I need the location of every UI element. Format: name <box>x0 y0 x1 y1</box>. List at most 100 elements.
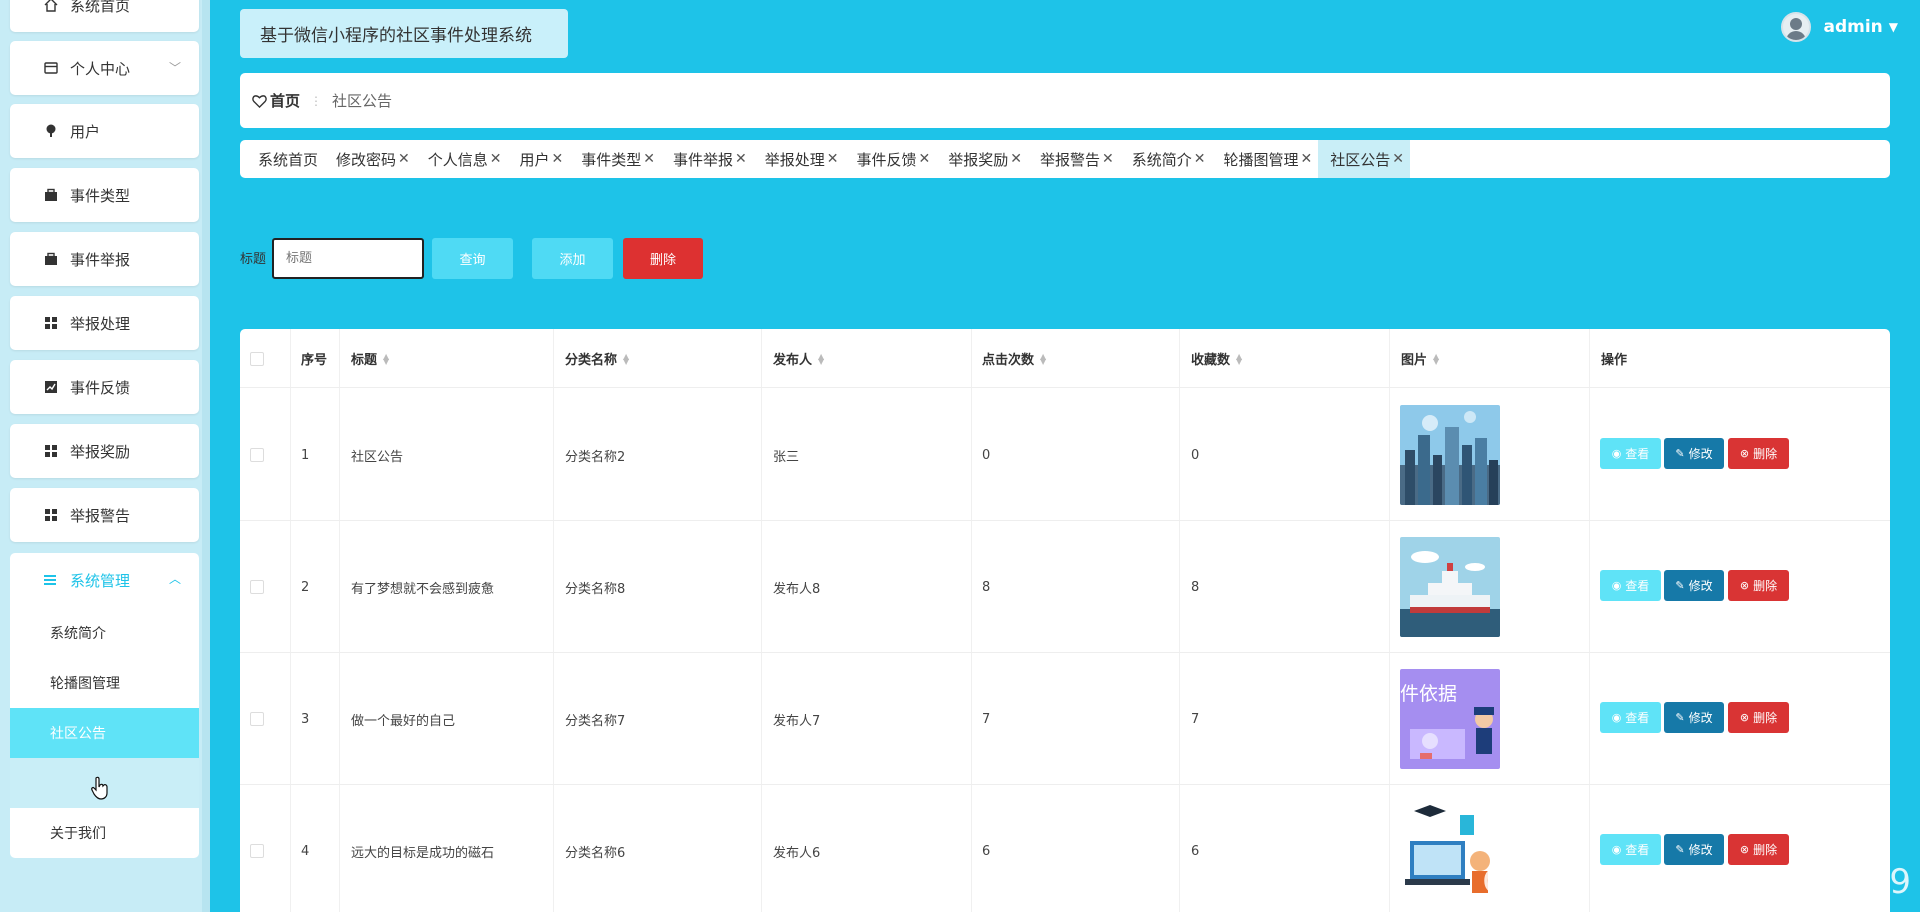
tag-label: 系统首页 <box>258 150 319 169</box>
cell-title: 社区公告 <box>351 449 404 465</box>
delete-button[interactable]: ⊗ 删除 <box>1728 570 1789 601</box>
view-button[interactable]: ◉ 查看 <box>1600 438 1661 469</box>
cell-favorites: 8 <box>1191 579 1200 595</box>
tag-label: 举报警告 <box>1040 150 1101 169</box>
header-category[interactable]: 分类名称 ▲ ▼ <box>565 329 629 388</box>
thumbnail-ship-image[interactable] <box>1400 537 1500 637</box>
sidebar-item-event-type[interactable]: 事件类型 <box>10 168 199 222</box>
sidebar-item-event-report[interactable]: 事件举报 <box>10 232 199 286</box>
tag-change-password[interactable]: 修改密码 ✕ <box>324 140 416 178</box>
close-icon[interactable]: ✕ <box>827 151 839 167</box>
close-icon[interactable]: ✕ <box>490 151 502 167</box>
sidebar-subitem-hovered[interactable] <box>10 758 199 808</box>
pencil-icon: ✎ <box>1675 579 1685 592</box>
edit-button[interactable]: ✎ 修改 <box>1664 834 1724 865</box>
sidebar-item-report-handling[interactable]: 举报处理 <box>10 296 199 350</box>
header-title[interactable]: 标题 ▲ ▼ <box>351 329 389 388</box>
batch-delete-button[interactable]: 删除 <box>623 238 703 279</box>
search-title-input[interactable] <box>272 238 424 279</box>
cell-title: 远大的目标是成功的磁石 <box>351 845 495 861</box>
tag-personal-info[interactable]: 个人信息 ✕ <box>416 140 508 178</box>
close-icon[interactable]: ✕ <box>1194 151 1206 167</box>
breadcrumb-home[interactable]: 首页 <box>252 90 300 111</box>
close-icon[interactable]: ✕ <box>1010 151 1022 167</box>
row-checkbox[interactable] <box>250 653 264 785</box>
row-checkbox[interactable] <box>250 521 264 653</box>
checkbox-box <box>250 580 264 594</box>
cell-clicks: 6 <box>982 843 991 859</box>
sort-icon[interactable]: ▲ ▼ <box>383 352 389 365</box>
header-clicks[interactable]: 点击次数 ▲ ▼ <box>982 329 1046 388</box>
user-menu[interactable]: admin ▼ <box>1781 12 1898 42</box>
sort-icon[interactable]: ▲ ▼ <box>623 352 629 365</box>
sidebar-subitem-community-notice[interactable]: 社区公告 <box>10 708 199 758</box>
table-header: 序号 标题 ▲ ▼ 分类名称 ▲ ▼ 发布人 ▲ ▼ 点击次数 ▲ ▼ 收藏数 ▲ ▼ 图片 ▲ ▼ 操… <box>240 329 1890 388</box>
thumbnail-city-image[interactable] <box>1400 405 1500 505</box>
view-button[interactable]: ◉ 查看 <box>1600 834 1661 865</box>
select-all-checkbox[interactable] <box>250 329 264 388</box>
close-circle-icon: ⊗ <box>1739 843 1750 856</box>
header-favorites[interactable]: 收藏数 ▲ ▼ <box>1191 329 1242 388</box>
sort-icon[interactable]: ▲ ▼ <box>1236 352 1242 365</box>
cell-category: 分类名称2 <box>565 449 626 465</box>
cell-index: 4 <box>301 843 310 859</box>
header-label: 操作 <box>1601 353 1628 368</box>
sidebar-item-report-warning[interactable]: 举报警告 <box>10 488 199 542</box>
delete-button[interactable]: ⊗ 删除 <box>1728 438 1789 469</box>
sort-icon[interactable]: ▲ ▼ <box>818 352 824 365</box>
edit-button[interactable]: ✎ 修改 <box>1664 570 1724 601</box>
tag-report-reward[interactable]: 举报奖励 ✕ <box>936 140 1028 178</box>
view-button[interactable]: ◉ 查看 <box>1600 702 1661 733</box>
sidebar-item-personal-center[interactable]: 个人中心 ﹀ <box>10 41 199 95</box>
close-icon[interactable]: ✕ <box>1392 151 1404 167</box>
add-button[interactable]: 添加 <box>532 238 613 279</box>
sort-icon[interactable]: ▲ ▼ <box>1433 352 1439 365</box>
delete-button[interactable]: ⊗ 删除 <box>1728 702 1789 733</box>
sort-icon[interactable]: ▲ ▼ <box>1040 352 1046 365</box>
tag-carousel[interactable]: 轮播图管理 ✕ <box>1212 140 1319 178</box>
thumbnail-police-image[interactable]: 件依据 <box>1400 669 1500 769</box>
edit-button[interactable]: ✎ 修改 <box>1664 438 1724 469</box>
sidebar-scrollbar[interactable] <box>202 0 210 912</box>
delete-label: 删除 <box>1753 579 1778 593</box>
hand-cursor-icon <box>90 776 110 804</box>
tag-report-handling[interactable]: 举报处理 ✕ <box>753 140 845 178</box>
tag-community-notice[interactable]: 社区公告 ✕ <box>1318 140 1411 178</box>
close-icon[interactable]: ✕ <box>1301 151 1313 167</box>
close-icon[interactable]: ✕ <box>398 151 410 167</box>
row-checkbox[interactable] <box>250 389 264 521</box>
sidebar-subitem-carousel[interactable]: 轮播图管理 <box>10 658 199 708</box>
tag-system-home[interactable]: 系统首页 <box>246 140 324 178</box>
search-title-label: 标题 <box>240 252 267 267</box>
sidebar-item-report-reward[interactable]: 举报奖励 <box>10 424 199 478</box>
close-icon[interactable]: ✕ <box>643 151 655 167</box>
query-button[interactable]: 查询 <box>432 238 513 279</box>
header-image[interactable]: 图片 ▲ ▼ <box>1401 329 1439 388</box>
close-icon[interactable]: ✕ <box>735 151 747 167</box>
tag-report-warning[interactable]: 举报警告 ✕ <box>1028 140 1120 178</box>
close-icon[interactable]: ✕ <box>919 151 931 167</box>
tag-event-report[interactable]: 事件举报 ✕ <box>661 140 753 178</box>
close-icon[interactable]: ✕ <box>1102 151 1114 167</box>
cell-index: 1 <box>301 447 310 463</box>
tag-label: 轮播图管理 <box>1223 150 1299 169</box>
edit-button[interactable]: ✎ 修改 <box>1664 702 1724 733</box>
tag-event-type[interactable]: 事件类型 ✕ <box>569 140 661 178</box>
tag-label: 事件反馈 <box>856 150 917 169</box>
close-icon[interactable]: ✕ <box>552 151 564 167</box>
tag-system-intro[interactable]: 系统简介 ✕ <box>1120 140 1212 178</box>
view-button[interactable]: ◉ 查看 <box>1600 570 1661 601</box>
sidebar-item-home[interactable]: 系统首页 <box>10 0 199 32</box>
tag-event-feedback[interactable]: 事件反馈 ✕ <box>845 140 937 178</box>
sidebar-item-user[interactable]: 用户 <box>10 104 199 158</box>
thumbnail-text: 件依据 <box>1400 683 1458 705</box>
sidebar-item-label: 事件举报 <box>70 250 131 269</box>
header-publisher[interactable]: 发布人 ▲ ▼ <box>773 329 824 388</box>
row-checkbox[interactable] <box>250 785 264 912</box>
delete-button[interactable]: ⊗ 删除 <box>1728 834 1789 865</box>
sidebar-subitem-about-us[interactable]: 关于我们 <box>10 808 199 858</box>
sidebar-item-event-feedback[interactable]: 事件反馈 <box>10 360 199 414</box>
sidebar-group-header[interactable]: 系统管理 ︿ <box>10 553 199 607</box>
tag-user[interactable]: 用户 ✕ <box>508 140 570 178</box>
sidebar-subitem-system-intro[interactable]: 系统简介 <box>10 608 199 658</box>
